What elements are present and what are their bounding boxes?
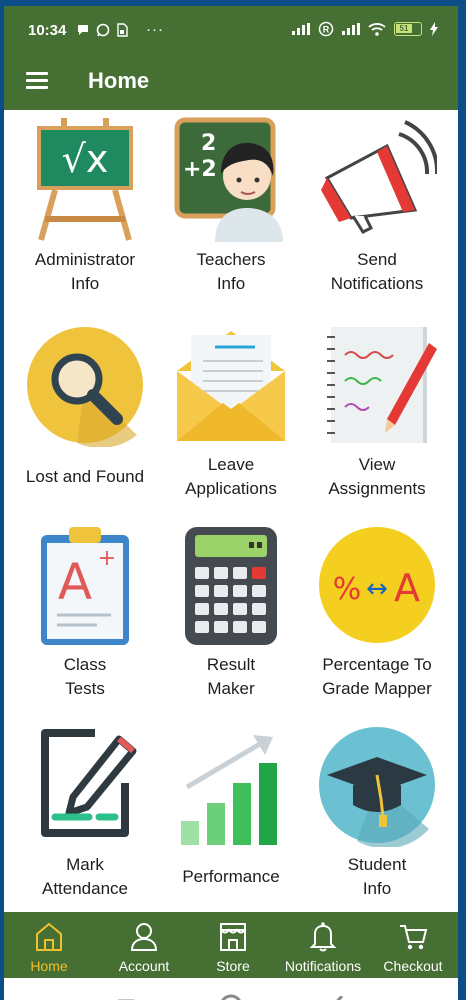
- account-icon: [130, 923, 158, 951]
- teacher-board-top: 2: [201, 131, 216, 156]
- notebook-pencil-icon: [327, 327, 437, 443]
- nav-home[interactable]: Home: [4, 912, 94, 978]
- tile-label: Percentage To Grade Mapper: [322, 655, 432, 698]
- app-bar: Home: [4, 54, 458, 110]
- arrow-text: ↔: [366, 574, 388, 604]
- calculator-icon: [185, 527, 277, 645]
- status-more-indicator: ···: [146, 21, 164, 38]
- bell-icon: [309, 922, 337, 952]
- magnifier-icon: [27, 327, 143, 447]
- percent-text: %: [333, 572, 362, 607]
- envelope-letter-icon: [177, 331, 285, 441]
- app-screen: 10:34 ··· R 51 Home √x Administrator Inf…: [4, 6, 458, 1000]
- feature-grid: √x Administrator Info 2 +2 Teachers Info: [4, 110, 458, 914]
- tile-label: Mark Attendance: [41, 855, 128, 898]
- registered-icon: R: [318, 21, 334, 37]
- nav-notifications-label: Notifications: [284, 958, 362, 974]
- status-right-icons: R 51: [292, 21, 438, 37]
- sim-icon: [117, 22, 128, 37]
- grade-text: A: [394, 566, 420, 610]
- tile-label: View Assignments: [328, 455, 426, 498]
- nav-home-label: Home: [30, 958, 68, 974]
- chalkboard-text: √x: [62, 137, 109, 181]
- nav-account[interactable]: Account: [99, 912, 189, 978]
- whatsapp-icon: [96, 23, 110, 36]
- tile-administrator-info[interactable]: √x Administrator Info: [10, 110, 160, 310]
- wifi-icon: [368, 23, 386, 36]
- graduation-cap-icon: [319, 727, 435, 847]
- tile-label: Leave Applications: [185, 455, 277, 498]
- store-icon: [220, 923, 246, 951]
- nav-checkout-label: Checkout: [383, 958, 443, 974]
- nav-store-label: Store: [216, 958, 250, 974]
- battery-icon: 51: [394, 22, 422, 36]
- chalkboard-sqrt-x-icon: √x: [37, 118, 133, 241]
- pen-paper-icon: [41, 729, 137, 837]
- teacher-icon: 2 +2: [174, 117, 283, 242]
- message-bubble-icon: [78, 24, 88, 35]
- tile-label: Class Tests: [63, 655, 107, 698]
- tile-label: Administrator Info: [34, 250, 136, 293]
- charging-icon: [430, 22, 438, 36]
- recents-icon[interactable]: [116, 996, 136, 1000]
- page-title: Home: [88, 68, 150, 93]
- nav-store[interactable]: Store: [188, 912, 278, 978]
- signal-icon: [292, 23, 310, 35]
- tile-student-info[interactable]: Student Info: [302, 715, 452, 915]
- tile-teachers-info[interactable]: 2 +2 Teachers Info: [156, 110, 306, 310]
- growth-chart-icon: [181, 735, 277, 845]
- cart-icon: [400, 925, 428, 950]
- system-navigation-bar: [4, 978, 458, 1000]
- home-button-icon[interactable]: [219, 994, 243, 1000]
- status-time: 10:34: [28, 22, 67, 39]
- status-left-icons: ···: [76, 21, 164, 38]
- back-icon[interactable]: [330, 996, 344, 1000]
- tile-label: Lost and Found: [25, 467, 145, 486]
- status-bar: 10:34 ··· R 51: [4, 6, 458, 54]
- tile-send-notifications[interactable]: Send Notifications: [302, 110, 452, 310]
- hamburger-menu-icon[interactable]: [26, 72, 48, 90]
- signal-icon: [342, 23, 360, 35]
- tile-label: Student Info: [347, 855, 407, 898]
- tile-leave-applications[interactable]: Leave Applications: [156, 315, 306, 515]
- tile-percentage-to-grade-mapper[interactable]: % ↔ A Percentage To Grade Mapper: [302, 515, 452, 715]
- nav-account-label: Account: [118, 958, 170, 974]
- bottom-navigation: Home Account Store Notifications Checkou…: [4, 912, 458, 978]
- tile-label: Teachers Info: [196, 250, 266, 293]
- percent-to-grade-icon: % ↔ A: [319, 527, 435, 643]
- battery-level: 51: [396, 24, 412, 33]
- megaphone-icon: [321, 120, 437, 234]
- tile-result-maker[interactable]: Result Maker: [156, 515, 306, 715]
- tile-view-assignments[interactable]: View Assignments: [302, 315, 452, 515]
- teacher-board-bottom: +2: [183, 157, 217, 182]
- tile-label: Result Maker: [206, 655, 256, 698]
- tile-mark-attendance[interactable]: Mark Attendance: [10, 715, 160, 915]
- clipboard-plus-text: +: [98, 546, 116, 571]
- home-icon: [36, 922, 62, 951]
- tile-performance[interactable]: Performance: [156, 715, 306, 915]
- tile-lost-and-found[interactable]: Lost and Found: [10, 315, 160, 515]
- nav-checkout[interactable]: Checkout: [368, 912, 458, 978]
- tile-label: Send Notifications: [330, 250, 424, 293]
- clipboard-grade-icon: A +: [41, 527, 129, 645]
- tile-class-tests[interactable]: A + Class Tests: [10, 515, 160, 715]
- nav-notifications[interactable]: Notifications: [278, 912, 368, 978]
- svg-text:R: R: [323, 25, 330, 35]
- clipboard-grade-text: A: [58, 553, 92, 611]
- tile-label: Performance: [182, 867, 280, 886]
